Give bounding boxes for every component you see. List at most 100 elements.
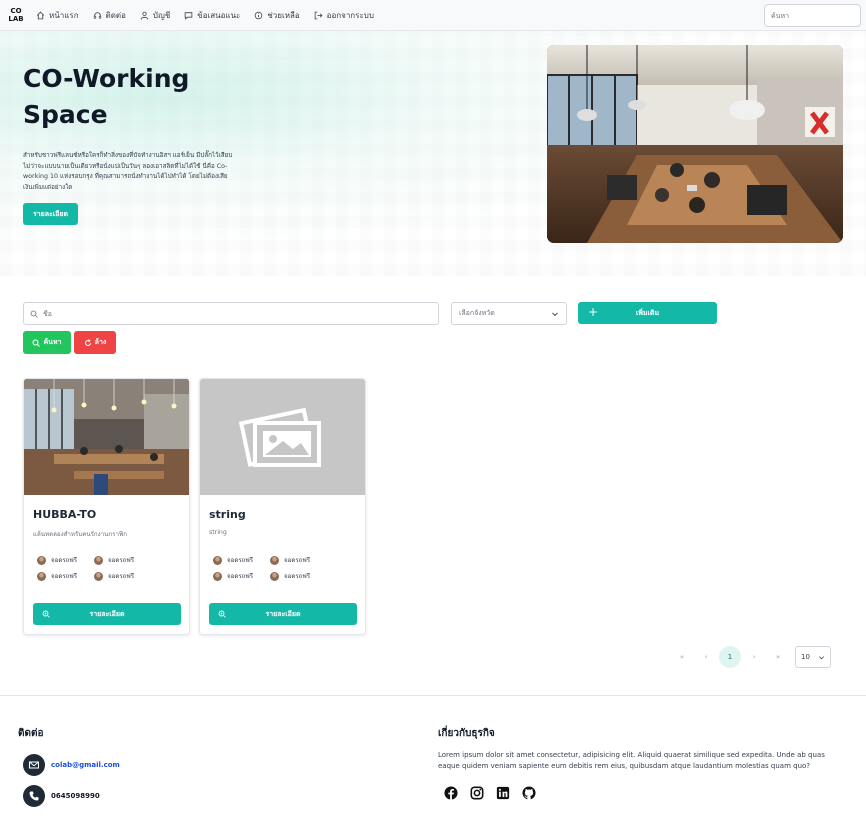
page-last-button[interactable]: » [767, 646, 789, 668]
nav-home-label: หน้าแรก [49, 10, 79, 20]
chat-icon [184, 11, 193, 20]
card-title: HUBBA-TO [33, 508, 97, 521]
amenity-item: จอดรถฟรี [37, 571, 77, 581]
name-search-input[interactable] [43, 309, 423, 318]
logo[interactable]: CO LAB [4, 3, 28, 27]
add-button-label: เพิ่มเติม [635, 308, 660, 317]
linkedin-icon[interactable] [496, 786, 510, 800]
amenity-item: จอดรถฟรี [270, 571, 310, 581]
footer-email-row: colab@gmail.com [23, 754, 120, 776]
page-next-button[interactable]: › [743, 646, 765, 668]
chevron-down-icon [552, 312, 558, 316]
footer-email-link[interactable]: colab@gmail.com [51, 761, 120, 769]
card-subtitle: แล้นทดลองสำหรับคนรักงานกราฟิก [33, 531, 128, 538]
card-details-label: รายละเอียด [265, 609, 301, 618]
card-details-button[interactable]: รายละเอียด [209, 603, 357, 625]
card-details-label: รายละเอียด [89, 609, 125, 618]
per-page-select[interactable]: 10 [795, 646, 831, 668]
chevron-down-icon [819, 655, 824, 659]
nav-logout-label: ออกจากระบบ [326, 10, 374, 20]
footer-about-text: Lorem ipsum dolor sit amet consectetur, … [438, 751, 825, 770]
nav-home[interactable]: หน้าแรก [36, 9, 79, 22]
amenity-avatar [37, 571, 46, 581]
workspace-card[interactable]: HUBBA-TO แล้นทดลองสำหรับคนรักงานกราฟิก จ… [23, 378, 190, 635]
province-placeholder: เลือกจังหวัด [459, 309, 495, 317]
per-page-value: 10 [801, 653, 810, 661]
amenity-label: จอดรถฟรี [227, 573, 254, 580]
footer-contact-title: ติดต่อ [18, 728, 44, 739]
amenity-item: จอดรถฟรี [94, 571, 134, 581]
facebook-icon[interactable] [444, 786, 458, 800]
amenity-item: จอดรถฟรี [213, 571, 253, 581]
footer-about-title: เกี่ยวกับธุรกิจ [438, 728, 495, 739]
zoom-in-icon [42, 610, 50, 618]
card-image [200, 379, 365, 495]
image-placeholder-icon [238, 407, 321, 467]
add-button[interactable]: + เพิ่มเติม [578, 302, 717, 324]
amenity-item: จอดรถฟรี [213, 555, 253, 565]
card-title: string [209, 508, 246, 521]
nav-help-label: ช่วยเหลือ [267, 10, 300, 20]
amenity-label: จอดรถฟรี [108, 557, 135, 564]
github-icon[interactable] [522, 786, 536, 800]
search-button-label: ค้นหา [43, 338, 62, 346]
search-icon [30, 310, 38, 318]
refresh-icon [84, 338, 91, 346]
footer-divider [0, 695, 866, 696]
amenity-label: จอดรถฟรี [51, 557, 78, 564]
amenity-avatar [94, 571, 103, 581]
logout-icon [314, 11, 323, 19]
nav-account[interactable]: บัญชี [140, 9, 170, 22]
nav-help[interactable]: ช่วยเหลือ [254, 9, 300, 22]
hero-title: CO-Working Space [23, 64, 190, 129]
amenity-label: จอดรถฟรี [108, 573, 135, 580]
zoom-in-icon [218, 610, 226, 618]
user-icon [140, 11, 149, 20]
envelope-icon [23, 754, 45, 776]
headset-icon [93, 11, 101, 19]
clear-button[interactable]: ล้าง [74, 331, 116, 354]
home-icon [36, 11, 45, 19]
amenity-avatar [94, 555, 103, 565]
hero-details-button[interactable]: รายละเอียด [23, 203, 78, 225]
logo-line1: CO [10, 7, 22, 15]
page-prev-button[interactable]: ‹ [695, 646, 717, 668]
hero-image [547, 45, 843, 243]
amenity-item: จอดรถฟรี [270, 555, 310, 565]
logo-line2: LAB [8, 15, 24, 23]
nav-contact-label: ติดต่อ [105, 10, 126, 20]
amenity-avatar [213, 571, 222, 581]
top-search-input[interactable] [764, 4, 861, 27]
amenity-avatar [270, 555, 279, 565]
nav-feedback[interactable]: ข้อเสนอแนะ [184, 9, 240, 22]
province-select[interactable]: เลือกจังหวัด [451, 302, 567, 325]
amenity-label: จอดรถฟรี [284, 557, 311, 564]
card-subtitle: string [209, 529, 227, 536]
plus-icon: + [588, 305, 599, 319]
card-details-button[interactable]: รายละเอียด [33, 603, 181, 625]
navbar: CO LAB หน้าแรก ติดต่อ บัญชี ข้อเสนอแนะ ช… [0, 0, 866, 31]
amenity-item: จอดรถฟรี [37, 555, 77, 565]
search-icon [32, 339, 41, 347]
amenity-label: จอดรถฟรี [227, 557, 254, 564]
workspace-card[interactable]: string string จอดรถฟรี จอดรถฟรี จอดรถฟรี… [199, 378, 366, 635]
nav-logout[interactable]: ออกจากระบบ [314, 9, 374, 22]
search-button[interactable]: ค้นหา [23, 331, 71, 354]
instagram-icon[interactable] [470, 786, 484, 800]
nav-contact[interactable]: ติดต่อ [93, 9, 126, 22]
phone-icon [23, 785, 45, 807]
nav-feedback-label: ข้อเสนอแนะ [197, 10, 241, 20]
page-number-current[interactable]: 1 [719, 646, 741, 668]
footer-phone-row: 0645098990 [23, 785, 100, 807]
amenity-avatar [37, 555, 46, 565]
amenity-avatar [270, 571, 279, 581]
nav-account-label: บัญชี [152, 10, 171, 20]
hero-description: สำหรับชาวฟรีแลนซ์หรือใครก็ทำสิ่งของที่บั… [23, 152, 233, 191]
amenity-item: จอดรถฟรี [94, 555, 134, 565]
card-image [24, 379, 189, 495]
hero-section: CO-Working Space สำหรับชาวฟรีแลนซ์หรือใค… [0, 31, 866, 276]
page-first-button[interactable]: « [671, 646, 693, 668]
amenity-label: จอดรถฟรี [51, 573, 78, 580]
name-search-field[interactable] [23, 302, 439, 325]
clear-button-label: ล้าง [94, 338, 107, 346]
